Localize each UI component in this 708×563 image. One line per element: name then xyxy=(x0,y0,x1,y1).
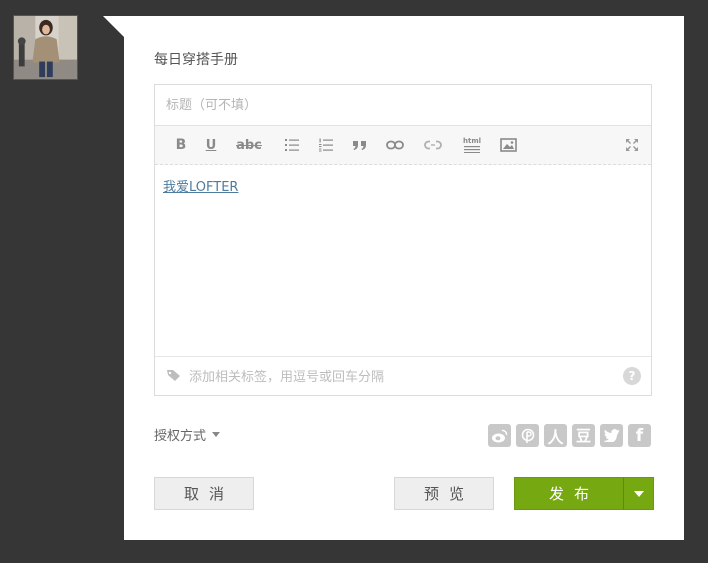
body-link[interactable]: 我爱LOFTER xyxy=(163,180,238,195)
editor-toolbar: B U abc html xyxy=(155,126,651,165)
blog-name: 每日穿搭手册 xyxy=(154,52,238,68)
chevron-down-icon xyxy=(633,490,644,497)
quote-icon xyxy=(353,141,366,150)
publish-button[interactable]: 发布 xyxy=(514,477,623,510)
bulleted-list-icon xyxy=(285,139,299,151)
twitter-icon[interactable] xyxy=(600,424,623,447)
avatar-image xyxy=(14,16,77,79)
license-label: 授权方式 xyxy=(154,429,207,444)
share-icons: 人 豆 f xyxy=(483,424,651,447)
weibo-icon[interactable] xyxy=(488,424,511,447)
title-input[interactable] xyxy=(155,85,651,126)
tag-row: ? xyxy=(155,356,651,395)
preview-label: 预览 xyxy=(423,485,474,503)
renren-icon[interactable]: 人 xyxy=(544,424,567,447)
insert-image-button[interactable] xyxy=(497,135,519,155)
unlink-button[interactable] xyxy=(422,135,444,155)
bold-icon: B xyxy=(175,137,187,153)
html-lines-icon xyxy=(464,145,480,153)
image-icon xyxy=(499,138,517,152)
avatar[interactable] xyxy=(13,15,78,80)
facebook-glyph: f xyxy=(635,425,644,446)
panel-notch xyxy=(103,16,124,37)
expand-icon xyxy=(626,139,638,151)
underline-icon: U xyxy=(205,137,217,153)
underline-button[interactable]: U xyxy=(200,135,222,155)
tags-input[interactable] xyxy=(189,366,609,388)
html-icon: html xyxy=(462,136,482,153)
fullscreen-button[interactable] xyxy=(621,135,643,155)
strikethrough-icon: abc xyxy=(236,137,262,153)
bold-button[interactable]: B xyxy=(170,135,192,155)
pinterest-like-icon[interactable] xyxy=(516,424,539,447)
bulleted-list-button[interactable] xyxy=(281,135,303,155)
post-body-editor[interactable]: 我爱LOFTER xyxy=(155,165,651,356)
renren-glyph: 人 xyxy=(547,427,564,447)
link-icon xyxy=(386,140,404,150)
tag-icon xyxy=(167,370,180,381)
insert-link-button[interactable] xyxy=(384,135,406,155)
license-dropdown[interactable]: 授权方式 xyxy=(154,425,221,444)
twitter-glyph xyxy=(603,429,619,442)
douban-glyph: 豆 xyxy=(575,427,591,445)
douban-icon[interactable]: 豆 xyxy=(572,424,595,447)
help-icon[interactable]: ? xyxy=(623,367,641,385)
strikethrough-button[interactable]: abc xyxy=(235,135,263,155)
publish-options-button[interactable] xyxy=(623,477,654,510)
chevron-down-icon xyxy=(212,432,221,437)
numbered-list-button[interactable] xyxy=(315,135,337,155)
publish-label: 发布 xyxy=(548,485,599,503)
post-editor-panel: 每日穿搭手册 B U abc xyxy=(124,16,684,540)
unlink-icon xyxy=(424,140,442,150)
facebook-icon[interactable]: f xyxy=(628,424,651,447)
p-glyph xyxy=(521,428,534,443)
weibo-glyph xyxy=(492,429,508,442)
preview-button[interactable]: 预览 xyxy=(394,477,494,510)
html-source-button[interactable]: html xyxy=(459,135,485,155)
editor-box: B U abc xyxy=(154,84,652,396)
cancel-label: 取消 xyxy=(183,485,234,503)
numbered-list-icon xyxy=(319,138,333,152)
cancel-button[interactable]: 取消 xyxy=(154,477,254,510)
html-label: html xyxy=(462,136,482,145)
quote-button[interactable] xyxy=(349,135,371,155)
